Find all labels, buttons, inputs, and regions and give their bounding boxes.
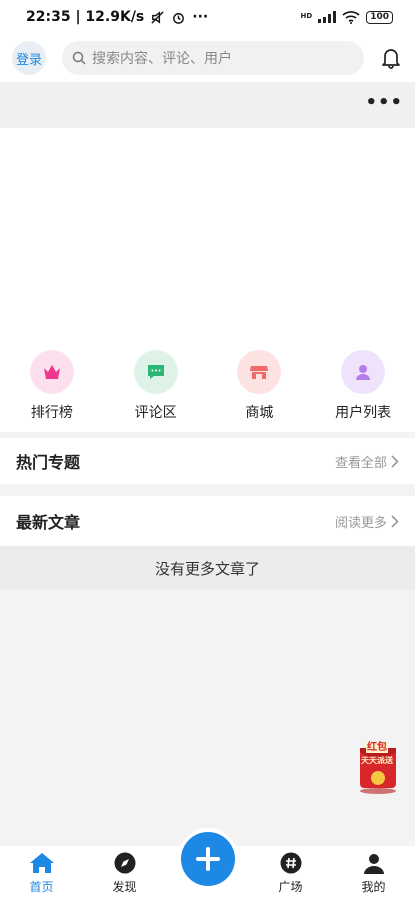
search-placeholder: 搜索内容、评论、用户 [92, 51, 232, 67]
alarm-icon [173, 12, 185, 24]
bottom-tab-bar: 首页 发现 广场 我的 [0, 828, 415, 900]
status-overflow: ··· [192, 9, 209, 25]
user-icon [341, 350, 386, 394]
hot-topics-title: 热门专题 [16, 453, 81, 472]
home-icon [29, 853, 54, 873]
wifi-icon [342, 11, 360, 24]
tab-mine[interactable]: 我的 [332, 846, 415, 900]
tab-home[interactable]: 首页 [0, 846, 83, 900]
status-time: 22:35 | 12.9K/s [26, 9, 145, 25]
status-right: HD 100 [301, 10, 393, 24]
publish-button[interactable] [180, 832, 235, 886]
view-all-label: 查看全部 [334, 455, 387, 471]
bell-icon [382, 49, 400, 69]
quick-nav-store[interactable]: 商城 [208, 340, 312, 432]
battery-icon: 100 [366, 10, 393, 24]
tab-discover[interactable]: 发现 [83, 846, 166, 900]
quick-nav-label: 评论区 [134, 405, 177, 421]
latest-articles-section: 最新文章 阅读更多 [0, 496, 415, 546]
chat-bubble-icon [133, 350, 178, 394]
network-label: HD [300, 12, 313, 20]
crown-icon [29, 350, 74, 394]
red-packet-text: 红包 [366, 742, 388, 753]
search-input[interactable]: 搜索内容、评论、用户 [62, 41, 364, 75]
banner-strip: ••• [0, 82, 415, 128]
login-button[interactable]: 登录 [12, 41, 46, 75]
top-header: 登录 搜索内容、评论、用户 [0, 34, 415, 82]
tab-label: 广场 [278, 880, 303, 894]
quick-nav-users[interactable]: 用户列表 [311, 340, 415, 432]
tab-label: 发现 [112, 880, 137, 894]
quick-nav-ranking[interactable]: 排行榜 [0, 340, 104, 432]
tab-square[interactable]: 广场 [249, 846, 332, 900]
tab-publish[interactable] [166, 828, 249, 900]
search-icon [72, 51, 86, 65]
quick-nav-label: 用户列表 [335, 405, 392, 421]
quick-nav-comments[interactable]: 评论区 [104, 340, 208, 432]
hashtag-icon [280, 852, 301, 874]
latest-articles-title: 最新文章 [16, 513, 81, 532]
read-more-label: 阅读更多 [334, 515, 387, 531]
notification-button[interactable] [379, 46, 403, 70]
more-options-icon[interactable]: ••• [365, 92, 403, 113]
status-left: 22:35 | 12.9K/s ··· [26, 9, 208, 25]
profile-icon [363, 854, 384, 874]
chevron-right-icon [391, 514, 399, 528]
view-all-link[interactable]: 查看全部 [335, 452, 399, 471]
no-more-articles: 没有更多文章了 [0, 546, 415, 590]
quick-nav: 排行榜 评论区 商城 用户列表 [0, 340, 415, 432]
read-more-link[interactable]: 阅读更多 [335, 512, 399, 531]
hot-topics-section: 热门专题 查看全部 [0, 438, 415, 484]
status-bar: 22:35 | 12.9K/s ··· HD 100 [0, 0, 415, 34]
store-icon [237, 350, 282, 394]
red-packet-button[interactable]: 红包 天天派送 [356, 738, 400, 794]
compass-icon [114, 852, 135, 874]
quick-nav-label: 排行榜 [30, 405, 73, 421]
red-packet-subtext: 天天派送 [361, 756, 393, 765]
quick-nav-label: 商城 [245, 405, 274, 421]
mute-icon [151, 10, 164, 24]
signal-icon [318, 11, 337, 23]
tab-label: 我的 [361, 880, 386, 894]
banner-area [0, 128, 415, 340]
plus-icon [195, 847, 220, 871]
chevron-right-icon [391, 454, 399, 468]
tab-label: 首页 [29, 880, 54, 894]
